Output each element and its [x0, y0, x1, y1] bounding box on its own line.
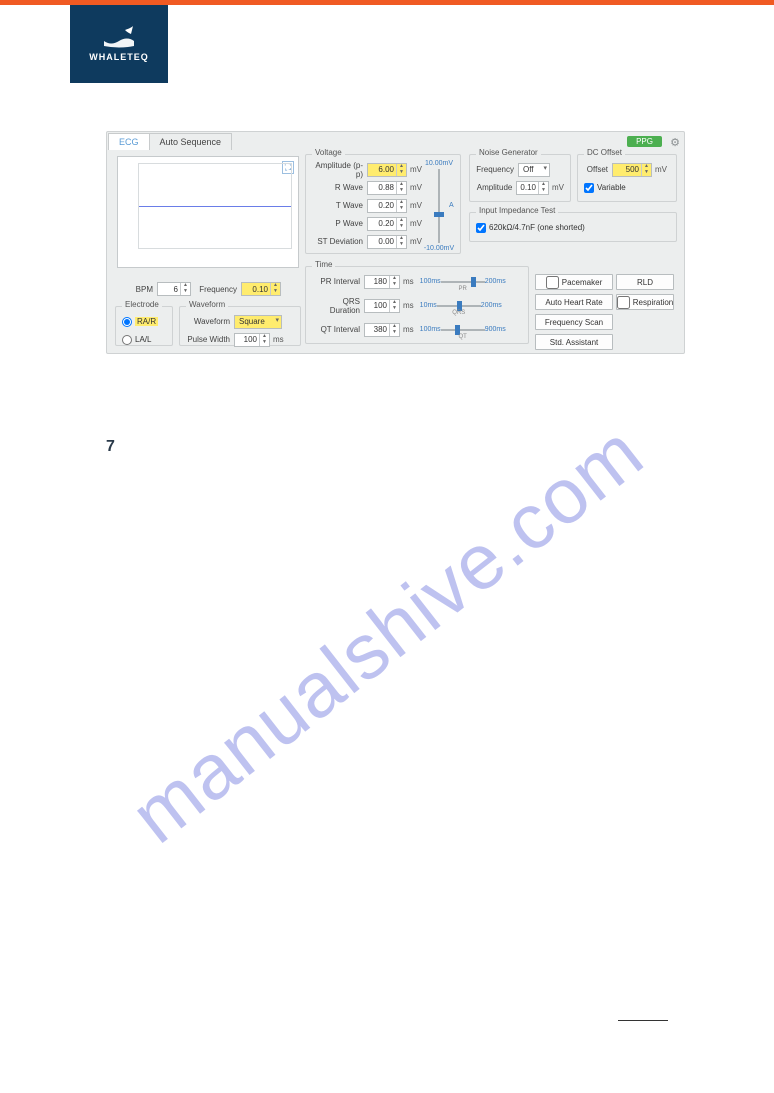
- radio-lal[interactable]: LA/L: [122, 335, 151, 345]
- r-wave-stepper[interactable]: 0.88▲▼: [367, 181, 407, 195]
- pulse-width-unit: ms: [273, 335, 284, 344]
- pacemaker-button[interactable]: Pacemaker: [535, 274, 613, 290]
- noise-amp-label: Amplitude: [476, 183, 516, 192]
- waveform-select-label: Waveform: [186, 317, 234, 326]
- pulse-width-label: Pulse Width: [186, 335, 234, 344]
- qt-stepper[interactable]: 380▲▼: [364, 323, 400, 337]
- qrs-label: QRS Duration: [312, 297, 364, 315]
- waveform-title: Waveform: [186, 300, 228, 309]
- bpm-label: BPM: [119, 285, 157, 294]
- dc-offset-label: Offset: [584, 165, 612, 174]
- voltage-title: Voltage: [312, 148, 345, 157]
- dc-offset-stepper[interactable]: 500▲▼: [612, 163, 652, 177]
- impedance-checkbox[interactable]: 620kΩ/4.7nF (one shorted): [476, 223, 585, 233]
- noise-freq-select[interactable]: Off: [518, 163, 550, 177]
- frequency-scan-button[interactable]: Frequency Scan: [535, 314, 613, 330]
- st-dev-stepper[interactable]: 0.00▲▼: [367, 235, 407, 249]
- rld-button[interactable]: RLD: [616, 274, 674, 290]
- time-group: Time PR Interval 180▲▼ ms 100ms PR 200ms…: [305, 266, 529, 344]
- pulse-width-stepper[interactable]: 100 ▲▼: [234, 333, 270, 347]
- qt-label: QT Interval: [312, 325, 364, 334]
- dc-title: DC Offset: [584, 148, 625, 157]
- tab-bar: ECG Auto Sequence: [108, 133, 231, 150]
- frequency-label: Frequency: [191, 285, 241, 294]
- bpm-stepper[interactable]: 6 ▲▼: [157, 282, 191, 296]
- qrs-slider[interactable]: QRS: [437, 300, 481, 312]
- pr-label: PR Interval: [312, 277, 364, 286]
- page-heading: 7: [106, 438, 115, 456]
- t-wave-label: T Wave: [312, 201, 367, 210]
- tab-auto-sequence[interactable]: Auto Sequence: [149, 133, 233, 150]
- impedance-group: Input Impedance Test 620kΩ/4.7nF (one sh…: [469, 212, 677, 242]
- electrode-title: Electrode: [122, 300, 162, 309]
- waveform-select[interactable]: Square: [234, 315, 282, 329]
- t-wave-stepper[interactable]: 0.20▲▼: [367, 199, 407, 213]
- frequency-stepper[interactable]: 0.10 ▲▼: [241, 282, 281, 296]
- footer-rule: [618, 1020, 668, 1021]
- qrs-stepper[interactable]: 100▲▼: [364, 299, 400, 313]
- dc-offset-group: DC Offset Offset 500▲▼ mV Variable: [577, 154, 677, 202]
- respiration-button[interactable]: Respiration: [616, 294, 674, 310]
- st-dev-label: ST Deviation: [312, 237, 367, 246]
- graph-plot: [138, 163, 292, 249]
- app-panel: ECG Auto Sequence PPG ⚙ ⛶ BPM 6 ▲▼ Frequ…: [106, 131, 685, 354]
- qt-slider[interactable]: QT: [441, 324, 485, 336]
- noise-amp-stepper[interactable]: 0.10▲▼: [516, 181, 549, 195]
- voltage-slider[interactable]: 10.00mV -10.00mV: [427, 160, 451, 252]
- radio-rar[interactable]: RA/R: [122, 317, 158, 327]
- waveform-group: Waveform Waveform Square Pulse Width 100…: [179, 306, 301, 346]
- tab-ecg[interactable]: ECG: [108, 133, 150, 150]
- amp-stepper[interactable]: 6.00▲▼: [367, 163, 407, 177]
- r-wave-label: R Wave: [312, 183, 367, 192]
- time-title: Time: [312, 260, 335, 269]
- electrode-group: Electrode RA/R LA/L: [115, 306, 173, 346]
- respiration-checkbox[interactable]: [617, 296, 630, 309]
- auto-heart-rate-button[interactable]: Auto Heart Rate: [535, 294, 613, 310]
- brand-logo: WHALETEQ: [70, 5, 168, 83]
- waveform-graph: ⛶: [117, 156, 299, 268]
- watermark: manualshive.com: [114, 407, 660, 862]
- variable-checkbox[interactable]: Variable: [584, 183, 626, 193]
- pacemaker-checkbox[interactable]: [546, 276, 559, 289]
- impedance-title: Input Impedance Test: [476, 206, 558, 215]
- p-wave-label: P Wave: [312, 219, 367, 228]
- pr-slider[interactable]: PR: [441, 276, 485, 288]
- amp-label: Amplitude (p-p): [312, 161, 367, 179]
- p-wave-stepper[interactable]: 0.20▲▼: [367, 217, 407, 231]
- std-assistant-button[interactable]: Std. Assistant: [535, 334, 613, 350]
- pr-stepper[interactable]: 180▲▼: [364, 275, 400, 289]
- waveform-trace: [139, 206, 291, 207]
- slider-a-marker: A: [449, 202, 454, 209]
- noise-freq-label: Frequency: [476, 165, 518, 174]
- noise-group: Noise Generator Frequency Off Amplitude …: [469, 154, 571, 202]
- ppg-badge[interactable]: PPG: [627, 136, 662, 147]
- noise-title: Noise Generator: [476, 148, 541, 157]
- brand-text: WHALETEQ: [89, 52, 149, 62]
- gear-icon[interactable]: ⚙: [670, 136, 680, 149]
